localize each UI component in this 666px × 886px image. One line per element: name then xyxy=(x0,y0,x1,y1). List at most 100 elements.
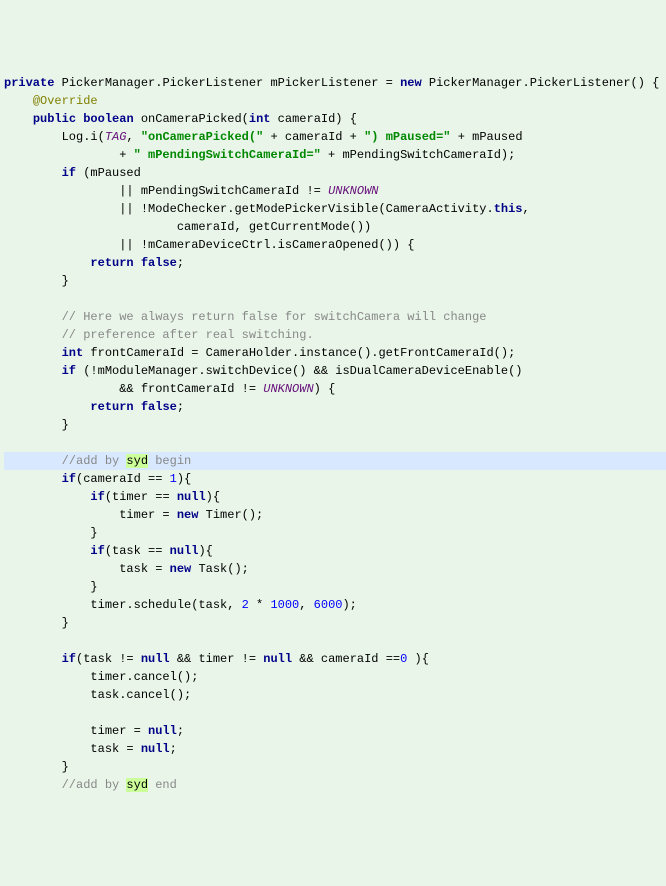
code-token-plain xyxy=(4,472,62,486)
code-line[interactable]: cameraId, getCurrentMode()) xyxy=(4,218,666,236)
code-token-str: " mPendingSwitchCameraId=" xyxy=(134,148,321,162)
code-token-plain: task = xyxy=(4,742,141,756)
code-token-plain: Timer(); xyxy=(198,508,263,522)
code-line[interactable] xyxy=(4,632,666,650)
code-token-plain: + cameraId + xyxy=(263,130,364,144)
code-line[interactable]: timer = null; xyxy=(4,722,666,740)
code-token-plain: ){ xyxy=(177,472,191,486)
code-token-num: 1000 xyxy=(270,598,299,612)
code-token-plain: } xyxy=(4,418,69,432)
code-token-str: ") mPaused=" xyxy=(364,130,450,144)
code-token-kw: null xyxy=(141,742,170,756)
code-line[interactable]: timer = new Timer(); xyxy=(4,506,666,524)
code-token-plain: ; xyxy=(177,400,184,414)
code-token-plain: cameraId) { xyxy=(270,112,356,126)
code-line[interactable]: return false; xyxy=(4,254,666,272)
code-token-kw: this xyxy=(494,202,523,216)
code-token-plain xyxy=(4,328,62,342)
code-token-kw: private xyxy=(4,76,54,90)
code-token-plain: && cameraId == xyxy=(292,652,400,666)
code-token-plain: ); xyxy=(342,598,356,612)
code-token-kw: if xyxy=(62,472,76,486)
code-line[interactable]: // preference after real switching. xyxy=(4,326,666,344)
code-token-plain xyxy=(4,346,62,360)
code-token-plain: cameraId, getCurrentMode()) xyxy=(4,220,371,234)
code-line[interactable]: if (!mModuleManager.switchDevice() && is… xyxy=(4,362,666,380)
code-token-plain: ; xyxy=(177,256,184,270)
code-token-anno: @Override xyxy=(33,94,98,108)
code-token-comment: // Here we always return false for switc… xyxy=(62,310,487,324)
code-token-plain xyxy=(4,490,90,504)
code-line[interactable]: timer.cancel(); xyxy=(4,668,666,686)
code-line[interactable]: Log.i(TAG, "onCameraPicked(" + cameraId … xyxy=(4,128,666,146)
code-line[interactable]: if(timer == null){ xyxy=(4,488,666,506)
code-line[interactable]: && frontCameraId != UNKNOWN) { xyxy=(4,380,666,398)
code-token-plain: + mPendingSwitchCameraId); xyxy=(321,148,515,162)
code-token-kw: null xyxy=(263,652,292,666)
code-line[interactable] xyxy=(4,704,666,722)
code-token-const: UNKNOWN xyxy=(263,382,313,396)
code-token-plain: (mPaused xyxy=(76,166,141,180)
code-token-plain xyxy=(4,256,90,270)
code-token-plain: || mPendingSwitchCameraId != xyxy=(4,184,328,198)
code-token-const: TAG xyxy=(105,130,127,144)
code-token-num: 6000 xyxy=(314,598,343,612)
code-line[interactable]: } xyxy=(4,614,666,632)
code-token-plain: ){ xyxy=(206,490,220,504)
code-line[interactable]: || !ModeChecker.getModePickerVisible(Cam… xyxy=(4,200,666,218)
code-token-plain: } xyxy=(4,760,69,774)
code-line[interactable]: + " mPendingSwitchCameraId=" + mPendingS… xyxy=(4,146,666,164)
code-token-plain: ){ xyxy=(198,544,212,558)
code-token-plain: ; xyxy=(170,742,177,756)
code-line[interactable]: //add by syd begin xyxy=(4,452,666,470)
code-line[interactable]: } xyxy=(4,416,666,434)
code-line[interactable]: || !mCameraDeviceCtrl.isCameraOpened()) … xyxy=(4,236,666,254)
code-line[interactable] xyxy=(4,434,666,452)
code-line[interactable]: public boolean onCameraPicked(int camera… xyxy=(4,110,666,128)
code-line[interactable]: } xyxy=(4,272,666,290)
code-token-plain xyxy=(4,364,62,378)
code-line[interactable]: task.cancel(); xyxy=(4,686,666,704)
code-token-kw: null xyxy=(141,652,170,666)
code-line[interactable]: if (mPaused xyxy=(4,164,666,182)
code-line[interactable]: if(task != null && timer != null && came… xyxy=(4,650,666,668)
code-token-str: "onCameraPicked(" xyxy=(141,130,263,144)
code-line[interactable] xyxy=(4,290,666,308)
code-token-plain: onCameraPicked( xyxy=(134,112,249,126)
code-line[interactable]: if(task == null){ xyxy=(4,542,666,560)
code-line[interactable]: //add by syd end xyxy=(4,776,666,794)
code-token-plain: PickerManager.PickerListener mPickerList… xyxy=(54,76,400,90)
code-token-plain: timer = xyxy=(4,724,148,738)
code-line[interactable]: if(cameraId == 1){ xyxy=(4,470,666,488)
code-token-plain: , xyxy=(299,598,313,612)
code-token-kw: new xyxy=(177,508,199,522)
code-token-plain: * xyxy=(249,598,271,612)
code-line[interactable]: } xyxy=(4,578,666,596)
code-token-plain xyxy=(4,166,62,180)
code-token-plain: timer = xyxy=(4,508,177,522)
code-line[interactable]: task = new Task(); xyxy=(4,560,666,578)
code-token-comment: // preference after real switching. xyxy=(62,328,314,342)
code-editor[interactable]: private PickerManager.PickerListener mPi… xyxy=(0,72,666,796)
code-line[interactable]: int frontCameraId = CameraHolder.instanc… xyxy=(4,344,666,362)
code-line[interactable]: private PickerManager.PickerListener mPi… xyxy=(4,74,666,92)
code-token-kw: return xyxy=(90,400,133,414)
code-token-plain xyxy=(4,652,62,666)
code-token-kw: new xyxy=(400,76,422,90)
code-token-plain: } xyxy=(4,616,69,630)
code-token-plain xyxy=(4,112,33,126)
code-line[interactable]: } xyxy=(4,758,666,776)
code-line[interactable]: } xyxy=(4,524,666,542)
code-line[interactable]: // Here we always return false for switc… xyxy=(4,308,666,326)
code-token-mark: syd xyxy=(126,454,148,468)
code-token-num: 1 xyxy=(170,472,177,486)
code-token-plain: + xyxy=(4,148,134,162)
code-line[interactable]: || mPendingSwitchCameraId != UNKNOWN xyxy=(4,182,666,200)
code-line[interactable]: task = null; xyxy=(4,740,666,758)
code-token-plain xyxy=(134,256,141,270)
code-line[interactable]: return false; xyxy=(4,398,666,416)
code-line[interactable]: timer.schedule(task, 2 * 1000, 6000); xyxy=(4,596,666,614)
code-token-kw: false xyxy=(141,256,177,270)
code-token-kw: false xyxy=(141,400,177,414)
code-line[interactable]: @Override xyxy=(4,92,666,110)
